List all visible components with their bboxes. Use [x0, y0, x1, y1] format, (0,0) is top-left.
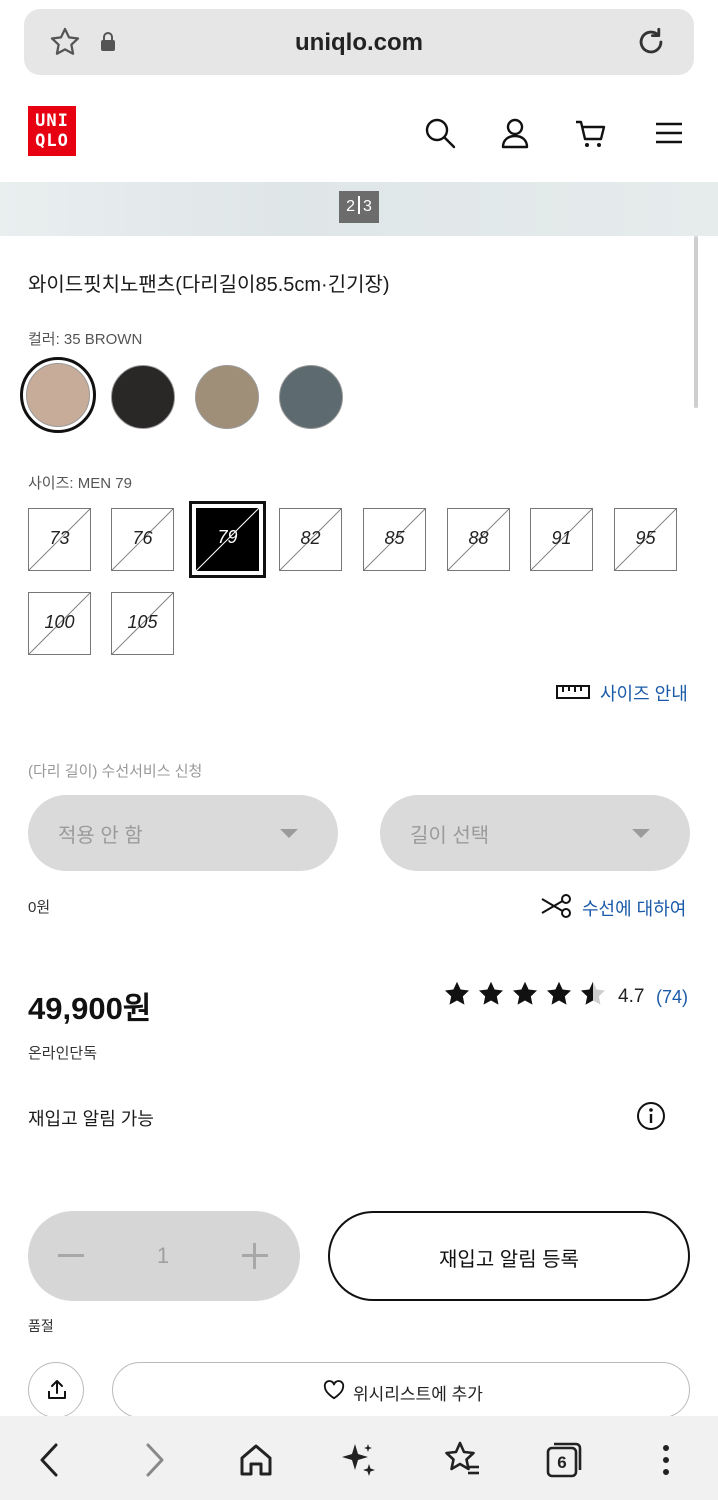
size-option-105[interactable]: 105: [111, 592, 174, 655]
chevron-down-icon: [280, 829, 298, 838]
size-label-82: 82: [300, 528, 321, 548]
heart-icon: [323, 1380, 345, 1400]
alteration-about-label: 수선에 대하여: [582, 899, 687, 919]
color-swatch-black[interactable]: [111, 365, 175, 429]
page-scrollbar[interactable]: [694, 236, 698, 408]
wishlist-button[interactable]: 위시리스트에 추가: [112, 1362, 690, 1418]
color-swatch-brown[interactable]: [26, 363, 90, 427]
star-full-icon: [478, 981, 504, 1005]
browser-bottom-nav: 6: [0, 1416, 718, 1500]
size-label: 사이즈: MEN 79: [28, 475, 132, 492]
info-icon[interactable]: [636, 1101, 666, 1131]
tab-count: 6: [557, 1453, 567, 1472]
share-icon: [48, 1380, 66, 1399]
size-label-85: 85: [384, 528, 405, 548]
size-option-88[interactable]: 88: [447, 508, 510, 571]
size-label-88: 88: [468, 528, 489, 548]
star-full-icon: [444, 981, 470, 1005]
star-full-icon: [512, 981, 538, 1005]
restock-alert-button[interactable]: 재입고 알림 등록: [328, 1211, 690, 1301]
minus-icon[interactable]: [58, 1254, 84, 1257]
home-icon[interactable]: [236, 1440, 276, 1480]
size-option-85[interactable]: 85: [363, 508, 426, 571]
rating-value: 4.7: [618, 986, 645, 1007]
size-option-79[interactable]: 79: [189, 501, 266, 578]
size-guide-label: 사이즈 안내: [600, 684, 688, 704]
alteration-apply-select[interactable]: 적용 안 함: [28, 795, 338, 871]
size-option-73[interactable]: 73: [28, 508, 91, 571]
size-label-76: 76: [132, 528, 153, 548]
more-icon[interactable]: [646, 1440, 686, 1480]
pager-total: 3: [363, 198, 372, 215]
url-text[interactable]: uniqlo.com: [24, 29, 694, 57]
gallery-pager: 23: [339, 191, 379, 223]
size-option-95[interactable]: 95: [614, 508, 677, 571]
reload-icon[interactable]: [634, 25, 668, 59]
color-swatch-olive[interactable]: [195, 365, 259, 429]
color-swatch-gray[interactable]: [279, 365, 343, 429]
plus-icon-vertical[interactable]: [253, 1243, 256, 1269]
alteration-about-link[interactable]: 수선에 대하여: [540, 894, 686, 922]
uniqlo-logo[interactable]: UNI QLO: [28, 106, 76, 156]
size-option-91[interactable]: 91: [530, 508, 593, 571]
online-only-badge: 온라인단독: [28, 1045, 98, 1062]
address-bar[interactable]: uniqlo.com: [24, 9, 694, 75]
search-icon[interactable]: [423, 116, 457, 150]
size-label-73: 73: [49, 528, 70, 548]
restock-alert-label: 재입고 알림 등록: [439, 1249, 579, 1271]
size-label-105: 105: [127, 612, 158, 632]
back-icon[interactable]: [30, 1440, 70, 1480]
rating-count[interactable]: (74): [656, 987, 688, 1008]
size-label-95: 95: [635, 528, 656, 548]
user-icon[interactable]: [498, 116, 532, 150]
alteration-length-select[interactable]: 길이 선택: [380, 795, 690, 871]
browser-toolbar: uniqlo.com: [0, 0, 718, 84]
forward-icon[interactable]: [134, 1440, 174, 1480]
product-price: 49,900원: [28, 991, 152, 1026]
color-label: 컬러: 35 BROWN: [28, 331, 143, 348]
star-partial-icon: [580, 981, 606, 1005]
star-full-icon: [546, 981, 572, 1005]
quantity-value: 1: [156, 1243, 170, 1268]
product-title: 와이드핏치노팬츠(다리길이85.5cm·긴기장): [28, 274, 390, 296]
alteration-label: (다리 길이) 수선서비스 신청: [28, 763, 203, 780]
chevron-down-icon: [632, 829, 650, 838]
cart-icon[interactable]: [574, 116, 608, 150]
logo-line-1: UNI: [35, 111, 69, 131]
logo-line-2: QLO: [35, 131, 69, 151]
pager-current: 2: [346, 198, 355, 215]
rating-stars[interactable]: [443, 980, 607, 1014]
alteration-cost: 0원: [28, 899, 51, 916]
sold-out-label: 품절: [28, 1318, 54, 1334]
size-option-76[interactable]: 76: [111, 508, 174, 571]
restock-available-text: 재입고 알림 가능: [28, 1109, 154, 1129]
share-button[interactable]: [28, 1362, 84, 1418]
menu-icon[interactable]: [652, 116, 686, 150]
tabs-icon[interactable]: 6: [544, 1440, 584, 1480]
sparkle-icon[interactable]: [338, 1440, 378, 1480]
size-option-100[interactable]: 100: [28, 592, 91, 655]
site-header: UNI QLO: [0, 84, 718, 182]
alteration-length-value: 길이 선택: [410, 825, 490, 847]
ruler-icon: [556, 682, 590, 704]
wishlist-label: 위시리스트에 추가: [353, 1385, 483, 1404]
size-label-100: 100: [44, 612, 75, 632]
size-guide-link[interactable]: 사이즈 안내: [556, 680, 688, 706]
alteration-apply-value: 적용 안 함: [58, 825, 143, 847]
size-option-82[interactable]: 82: [279, 508, 342, 571]
scissors-icon: [540, 894, 572, 922]
size-label-91: 91: [551, 528, 572, 548]
bookmark-star-icon[interactable]: [442, 1440, 482, 1480]
size-label-79: 79: [217, 527, 238, 547]
